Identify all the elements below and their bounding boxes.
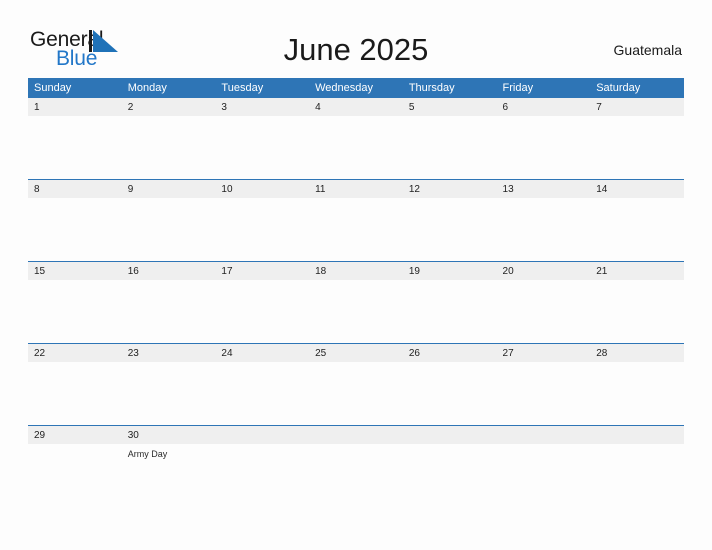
calendar-body: 1 2 3 4 5 6 7 8 9 10 11 12 13 14 15 16 1… bbox=[28, 98, 684, 507]
day-cell[interactable]: 15 bbox=[28, 261, 122, 344]
day-number: 29 bbox=[28, 426, 122, 444]
day-cell[interactable]: 23 bbox=[121, 343, 216, 426]
weekday-header-tuesday: Tuesday bbox=[215, 78, 310, 98]
weekday-header-friday: Friday bbox=[496, 78, 591, 98]
day-number: 2 bbox=[121, 98, 216, 116]
day-cell[interactable]: 30 Army Day bbox=[121, 425, 216, 507]
day-number: 7 bbox=[590, 98, 684, 116]
day-number: 24 bbox=[215, 344, 310, 362]
day-cell[interactable]: 7 bbox=[590, 98, 684, 180]
day-cell[interactable]: 29 bbox=[28, 425, 122, 507]
day-number: 4 bbox=[309, 98, 403, 116]
day-number: 10 bbox=[215, 180, 310, 198]
day-number: 9 bbox=[121, 180, 216, 198]
day-number: 19 bbox=[402, 262, 497, 280]
day-cell[interactable] bbox=[402, 425, 497, 507]
day-number: 17 bbox=[215, 262, 310, 280]
page-title: June 2025 bbox=[283, 32, 429, 67]
day-number: 22 bbox=[28, 344, 122, 362]
day-cell[interactable]: 19 bbox=[402, 261, 497, 344]
day-number bbox=[215, 426, 310, 444]
day-number: 5 bbox=[402, 98, 497, 116]
day-cell[interactable]: 20 bbox=[496, 261, 591, 344]
day-number: 15 bbox=[28, 262, 122, 280]
day-cell[interactable]: 26 bbox=[402, 343, 497, 426]
day-number: 11 bbox=[309, 180, 403, 198]
day-number: 8 bbox=[28, 180, 122, 198]
calendar-grid: Sunday Monday Tuesday Wednesday Thursday… bbox=[28, 78, 684, 507]
weekday-header-sunday: Sunday bbox=[28, 78, 122, 98]
weekday-header-monday: Monday bbox=[121, 78, 216, 98]
day-cell[interactable] bbox=[309, 425, 403, 507]
day-cell[interactable]: 3 bbox=[215, 98, 310, 180]
weekday-header-wednesday: Wednesday bbox=[309, 78, 403, 98]
day-cell[interactable]: 12 bbox=[402, 179, 497, 262]
day-cell[interactable]: 25 bbox=[309, 343, 403, 426]
day-cell[interactable] bbox=[590, 425, 684, 507]
day-number: 6 bbox=[496, 98, 591, 116]
day-number: 20 bbox=[496, 262, 591, 280]
weekday-header-saturday: Saturday bbox=[590, 78, 684, 98]
day-cell[interactable]: 28 bbox=[590, 343, 684, 426]
day-cell[interactable]: 10 bbox=[215, 179, 310, 262]
weekday-header-thursday: Thursday bbox=[402, 78, 497, 98]
day-event: Army Day bbox=[127, 449, 168, 459]
day-cell[interactable]: 16 bbox=[121, 261, 216, 344]
calendar-week-row: 29 30 Army Day bbox=[28, 425, 684, 507]
day-number bbox=[309, 426, 403, 444]
day-number: 3 bbox=[215, 98, 310, 116]
day-cell[interactable]: 6 bbox=[496, 98, 591, 180]
day-number: 28 bbox=[590, 344, 684, 362]
day-cell[interactable]: 27 bbox=[496, 343, 591, 426]
calendar-week-row: 15 16 17 18 19 20 21 bbox=[28, 261, 684, 344]
day-cell[interactable]: 4 bbox=[309, 98, 403, 180]
day-cell[interactable]: 9 bbox=[121, 179, 216, 262]
day-cell[interactable]: 13 bbox=[496, 179, 591, 262]
calendar-week-row: 8 9 10 11 12 13 14 bbox=[28, 179, 684, 262]
day-cell[interactable]: 21 bbox=[590, 261, 684, 344]
day-number: 26 bbox=[402, 344, 497, 362]
page-header: General Blue June 2025 Guatemala bbox=[0, 0, 712, 78]
day-number: 12 bbox=[402, 180, 497, 198]
day-cell[interactable]: 18 bbox=[309, 261, 403, 344]
day-cell[interactable] bbox=[496, 425, 591, 507]
day-cell[interactable]: 24 bbox=[215, 343, 310, 426]
day-cell[interactable]: 8 bbox=[28, 179, 122, 262]
day-cell[interactable]: 11 bbox=[309, 179, 403, 262]
day-number: 23 bbox=[121, 344, 216, 362]
calendar-table: Sunday Monday Tuesday Wednesday Thursday… bbox=[28, 78, 684, 507]
day-cell[interactable]: 2 bbox=[121, 98, 216, 180]
day-cell[interactable]: 1 bbox=[28, 98, 122, 180]
calendar-week-row: 22 23 24 25 26 27 28 bbox=[28, 343, 684, 426]
calendar-header-row: Sunday Monday Tuesday Wednesday Thursday… bbox=[28, 78, 684, 98]
day-number: 21 bbox=[590, 262, 684, 280]
calendar-week-row: 1 2 3 4 5 6 7 bbox=[28, 98, 684, 180]
day-number: 13 bbox=[496, 180, 591, 198]
day-number bbox=[590, 426, 684, 444]
day-number bbox=[496, 426, 591, 444]
day-number: 14 bbox=[590, 180, 684, 198]
day-number: 16 bbox=[121, 262, 216, 280]
day-cell[interactable] bbox=[215, 425, 310, 507]
day-cell[interactable]: 22 bbox=[28, 343, 122, 426]
day-cell[interactable]: 5 bbox=[402, 98, 497, 180]
day-number bbox=[402, 426, 497, 444]
day-number: 1 bbox=[28, 98, 122, 116]
calendar-page: General Blue June 2025 Guatemala Sunday … bbox=[0, 0, 712, 550]
country-label: Guatemala bbox=[613, 42, 682, 58]
day-number: 18 bbox=[309, 262, 403, 280]
day-number: 27 bbox=[496, 344, 591, 362]
day-cell[interactable]: 17 bbox=[215, 261, 310, 344]
day-cell[interactable]: 14 bbox=[590, 179, 684, 262]
day-number: 30 bbox=[121, 426, 216, 444]
day-number: 25 bbox=[309, 344, 403, 362]
